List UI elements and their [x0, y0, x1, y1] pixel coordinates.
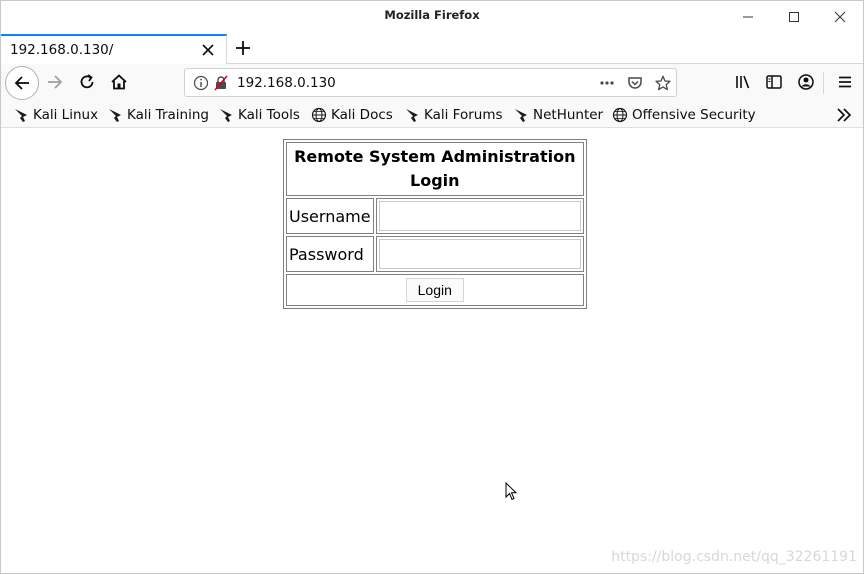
bookmark-star-icon[interactable]	[655, 75, 671, 91]
address-bar[interactable]: 192.168.0.130	[184, 68, 677, 97]
menu-button[interactable]	[831, 68, 859, 96]
bookmark-label: Kali Linux	[33, 107, 99, 123]
password-input[interactable]	[378, 239, 581, 269]
toolbar-separator	[823, 72, 824, 94]
url-text: 192.168.0.130	[237, 75, 336, 91]
mouse-cursor-icon	[505, 482, 518, 501]
username-input[interactable]	[378, 201, 581, 231]
maximize-button[interactable]	[771, 1, 817, 32]
login-button[interactable]: Login	[405, 278, 464, 302]
password-cell	[375, 236, 584, 272]
login-button-cell: Login	[286, 274, 584, 306]
kali-dragon-icon	[107, 107, 123, 123]
kali-dragon-icon	[13, 107, 29, 123]
close-icon	[202, 44, 214, 56]
bookmark-kali-docs[interactable]: Kali Docs	[311, 105, 393, 125]
tab-close-button[interactable]	[198, 40, 218, 60]
library-icon	[736, 75, 750, 89]
username-label: Username	[286, 198, 374, 234]
chevron-double-right-icon	[837, 108, 852, 122]
minimize-button[interactable]	[725, 1, 771, 32]
globe-icon	[311, 107, 327, 123]
forward-button[interactable]	[41, 68, 69, 96]
home-button[interactable]	[105, 68, 133, 96]
login-form-title: Remote System Administration Login	[286, 142, 584, 196]
back-button[interactable]	[5, 66, 39, 100]
bookmark-kali-linux[interactable]: Kali Linux	[13, 105, 98, 125]
page-content: Remote System Administration Login Usern…	[1, 129, 863, 573]
sidebar-icon	[766, 75, 782, 89]
bookmarks-toolbar: Kali Linux Kali Training Kali Tools Kali…	[1, 101, 863, 128]
kali-dragon-icon	[404, 107, 420, 123]
arrow-left-icon	[14, 76, 29, 90]
password-label: Password	[286, 236, 374, 272]
active-tab[interactable]: 192.168.0.130/	[1, 34, 227, 64]
bookmarks-overflow-button[interactable]	[835, 106, 853, 124]
bookmark-label: Kali Docs	[331, 107, 393, 123]
bookmark-nethunter[interactable]: NetHunter	[513, 105, 603, 125]
arrow-right-icon	[48, 75, 63, 89]
hamburger-menu-icon	[839, 76, 851, 88]
bookmark-label: Kali Tools	[238, 107, 300, 123]
plus-icon	[236, 41, 250, 55]
globe-icon	[612, 107, 628, 123]
close-window-button[interactable]	[817, 1, 863, 32]
window-controls	[725, 1, 863, 32]
bookmark-kali-forums[interactable]: Kali Forums	[404, 105, 503, 125]
bookmark-offensive-security[interactable]: Offensive Security	[612, 105, 756, 125]
kali-dragon-icon	[218, 107, 234, 123]
watermark-text: https://blog.csdn.net/qq_32261191	[611, 549, 857, 565]
tab-label: 192.168.0.130/	[10, 42, 114, 58]
bookmark-label: NetHunter	[533, 107, 604, 123]
info-icon[interactable]	[193, 75, 209, 91]
bookmark-kali-training[interactable]: Kali Training	[107, 105, 209, 125]
maximize-icon	[789, 11, 799, 22]
close-icon	[834, 11, 846, 22]
bookmark-label: Kali Forums	[424, 107, 503, 123]
new-tab-button[interactable]	[232, 37, 254, 59]
title-bar: Mozilla Firefox	[1, 1, 863, 32]
login-form-table: Remote System Administration Login Usern…	[283, 139, 587, 309]
library-button[interactable]	[729, 68, 757, 96]
account-icon	[798, 74, 814, 90]
bookmark-kali-tools[interactable]: Kali Tools	[218, 105, 300, 125]
reload-button[interactable]	[73, 68, 101, 96]
kali-dragon-icon	[513, 107, 529, 123]
pocket-icon[interactable]	[627, 75, 643, 91]
username-cell	[375, 198, 584, 234]
reload-icon	[80, 74, 94, 89]
account-button[interactable]	[792, 68, 820, 96]
home-icon	[111, 74, 127, 90]
insecure-lock-icon[interactable]	[213, 75, 229, 91]
minimize-icon	[743, 16, 753, 17]
tab-strip: 192.168.0.130/	[1, 32, 863, 64]
bookmark-label: Kali Training	[127, 107, 209, 123]
bookmark-label: Offensive Security	[632, 107, 756, 123]
sidebar-button[interactable]	[760, 68, 788, 96]
navigation-toolbar: 192.168.0.130	[1, 64, 863, 101]
browser-window: Mozilla Firefox 192.168.0.130/ 192.168.0…	[0, 0, 864, 574]
page-actions-icon[interactable]	[599, 75, 615, 91]
